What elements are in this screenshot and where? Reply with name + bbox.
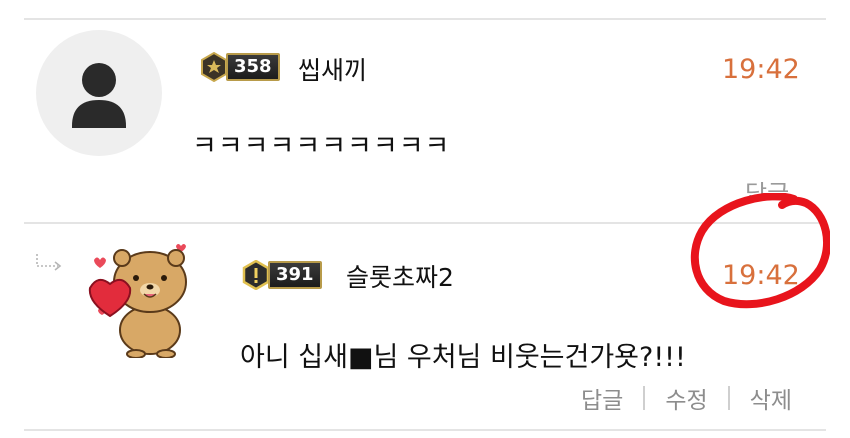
bear-sticker-avatar[interactable] — [84, 238, 202, 362]
bottom-divider — [24, 429, 826, 431]
comment-actions: 답글 수정 삭제 — [581, 381, 792, 415]
rank-emblem-icon — [200, 52, 228, 82]
reply-arrow-icon — [34, 253, 64, 277]
comment-time: 19:42 — [722, 260, 800, 291]
action-separator — [727, 386, 730, 410]
level-badge: 358 — [200, 52, 280, 82]
default-avatar[interactable] — [36, 30, 162, 156]
nickname[interactable]: 슬롯초짜2 — [346, 258, 454, 294]
comment-time: 19:42 — [722, 54, 800, 85]
edit-button[interactable]: 수정 — [665, 381, 707, 415]
user-silhouette-icon — [72, 63, 126, 128]
rank-emblem-icon — [242, 260, 270, 290]
level-number: 358 — [226, 53, 280, 81]
comment-text: 아니 십새■님 우처님 비웃는건가욧?!!! — [240, 342, 686, 373]
delete-button[interactable]: 삭제 — [750, 381, 792, 415]
comment-text: ㅋㅋㅋㅋㅋㅋㅋㅋㅋㅋ — [192, 131, 451, 162]
reply-button[interactable]: 답글 — [581, 381, 623, 415]
level-badge: 391 — [242, 260, 322, 290]
level-number: 391 — [268, 261, 322, 289]
reply-button[interactable]: 답글 — [745, 174, 789, 196]
comment-1: 358 씹새끼 19:42 ㅋㅋㅋㅋㅋㅋㅋㅋㅋㅋ 답글 — [0, 0, 850, 222]
nickname[interactable]: 씹새끼 — [298, 51, 367, 87]
action-separator — [643, 386, 646, 410]
